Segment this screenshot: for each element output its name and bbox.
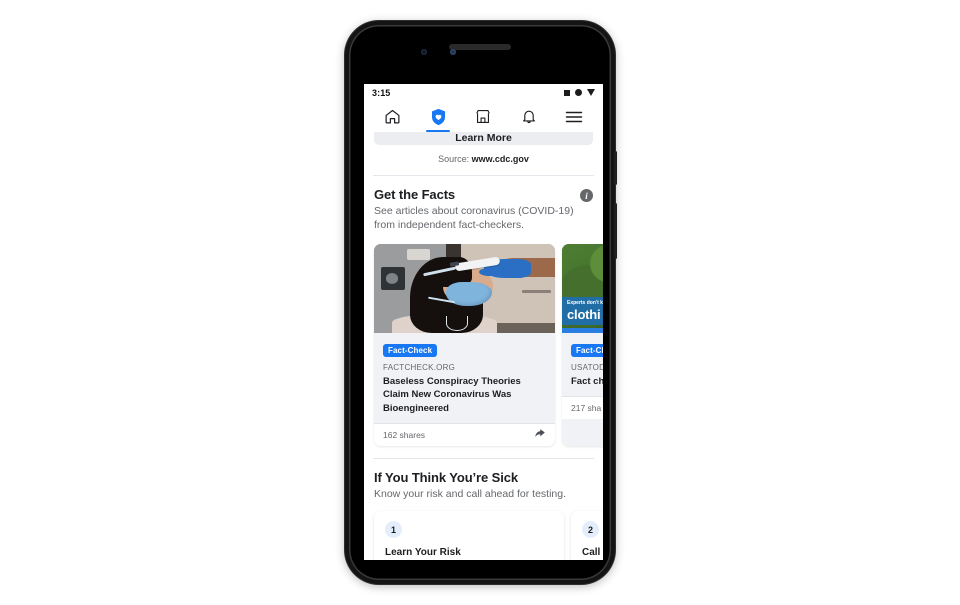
share-count: 217 sha bbox=[571, 403, 602, 414]
screenshot-stage: 3:15 Learn More Source: www.cdc.gov Get … bbox=[0, 0, 960, 605]
triangle-down-icon bbox=[587, 89, 595, 96]
front-camera-lens-icon bbox=[450, 49, 456, 55]
page-title-if-you-think-sick: If You Think You’re Sick bbox=[374, 469, 519, 485]
article-thumbnail-temperature-check[interactable] bbox=[374, 243, 555, 333]
tab-home[interactable] bbox=[378, 101, 408, 132]
fact-check-card[interactable]: Fact-Check FACTCHECK.ORG Baseless Conspi… bbox=[374, 243, 555, 446]
get-the-facts-section: Get the Facts i See articles about coron… bbox=[364, 176, 603, 233]
share-arrow-icon[interactable] bbox=[534, 426, 546, 444]
image-layer bbox=[406, 248, 431, 261]
tab-menu[interactable] bbox=[559, 101, 589, 132]
article-headline[interactable]: Baseless Conspiracy Theories Claim New C… bbox=[383, 375, 546, 415]
share-count: 162 shares bbox=[383, 429, 426, 440]
image-layer bbox=[562, 328, 603, 333]
article-publisher: FACTCHECK.ORG bbox=[383, 362, 456, 372]
earpiece-speaker bbox=[449, 44, 511, 50]
image-layer bbox=[522, 289, 552, 294]
step-label: Learn Your Risk bbox=[385, 547, 461, 559]
step-number-badge: 2 bbox=[582, 521, 599, 539]
fact-check-card[interactable]: Experts don't k if coronavirus i transmi… bbox=[562, 243, 603, 446]
image-layer bbox=[478, 267, 501, 276]
steps-card-rail[interactable]: 1 Learn Your Risk 2 Call a bbox=[364, 501, 603, 560]
article-publisher: USATODA bbox=[571, 362, 603, 372]
if-you-think-sick-section: If You Think You’re Sick Know your risk … bbox=[364, 459, 603, 501]
scroll-content[interactable]: Learn More Source: www.cdc.gov Get the F… bbox=[364, 132, 603, 560]
phone-device-frame: 3:15 Learn More Source: www.cdc.gov Get … bbox=[345, 21, 617, 584]
status-badge: Fact-Check bbox=[383, 343, 438, 358]
tab-notifications[interactable] bbox=[514, 101, 544, 132]
if-you-think-sick-subtitle: Know your risk and call ahead for testin… bbox=[374, 487, 567, 500]
step-card[interactable]: 2 Call a bbox=[571, 511, 603, 560]
source-attribution: Source: www.cdc.gov bbox=[364, 145, 603, 175]
get-the-facts-subtitle: See articles about coronavirus (COVID-19… bbox=[374, 205, 574, 232]
thumbnail-text-overlay: Experts don't k if coronavirus i transmi… bbox=[562, 296, 603, 326]
bell-icon bbox=[521, 108, 537, 125]
active-tab-indicator bbox=[426, 129, 451, 132]
front-camera-sensor-icon bbox=[421, 49, 427, 55]
phone-bezel: 3:15 Learn More Source: www.cdc.gov Get … bbox=[349, 25, 611, 580]
image-layer bbox=[385, 272, 399, 284]
power-button[interactable] bbox=[614, 151, 617, 185]
thumbnail-overlay-small-text: Experts don't k if coronavirus i transmi… bbox=[567, 299, 603, 306]
shield-heart-icon bbox=[430, 108, 447, 126]
fact-check-card-body: Fact-Ch USATODA Fact che for 10 s corona… bbox=[562, 333, 603, 396]
fact-check-card-footer: 162 shares bbox=[374, 422, 555, 446]
article-headline[interactable]: Fact che for 10 s coronav bbox=[571, 375, 603, 388]
status-badge: Fact-Ch bbox=[571, 343, 603, 358]
status-bar-time: 3:15 bbox=[372, 87, 391, 98]
image-layer bbox=[446, 315, 469, 331]
fact-check-card-rail[interactable]: Fact-Check FACTCHECK.ORG Baseless Conspi… bbox=[364, 233, 603, 446]
circle-icon bbox=[575, 89, 582, 96]
source-prefix: Source: bbox=[438, 154, 470, 164]
app-tab-bar bbox=[364, 101, 603, 132]
fact-check-card-body: Fact-Check FACTCHECK.ORG Baseless Conspi… bbox=[374, 333, 555, 423]
volume-button[interactable] bbox=[614, 203, 617, 259]
square-icon bbox=[564, 89, 570, 96]
learn-more-clipped-region: Learn More bbox=[364, 132, 603, 145]
thumbnail-overlay-headline: clothi bbox=[567, 307, 601, 322]
hamburger-menu-icon bbox=[565, 110, 583, 124]
article-thumbnail-clothing[interactable]: Experts don't k if coronavirus i transmi… bbox=[562, 243, 603, 333]
source-value[interactable]: www.cdc.gov bbox=[472, 154, 529, 164]
status-bar-icons bbox=[564, 89, 595, 96]
step-label: Call a bbox=[582, 547, 603, 559]
tab-covid-information-center[interactable] bbox=[423, 101, 453, 132]
fact-check-card-footer: 217 sha bbox=[562, 396, 603, 420]
step-card[interactable]: 1 Learn Your Risk bbox=[374, 511, 564, 560]
get-the-facts-header: Get the Facts i bbox=[374, 187, 593, 202]
page-title-get-the-facts: Get the Facts bbox=[374, 187, 456, 202]
store-icon bbox=[474, 108, 492, 125]
status-bar: 3:15 bbox=[364, 84, 603, 101]
tab-marketplace[interactable] bbox=[468, 101, 498, 132]
learn-more-button[interactable]: Learn More bbox=[374, 132, 593, 145]
home-icon bbox=[384, 108, 401, 125]
step-number-badge: 1 bbox=[385, 521, 402, 539]
phone-screen: 3:15 Learn More Source: www.cdc.gov Get … bbox=[364, 84, 603, 560]
info-icon[interactable]: i bbox=[580, 189, 593, 202]
